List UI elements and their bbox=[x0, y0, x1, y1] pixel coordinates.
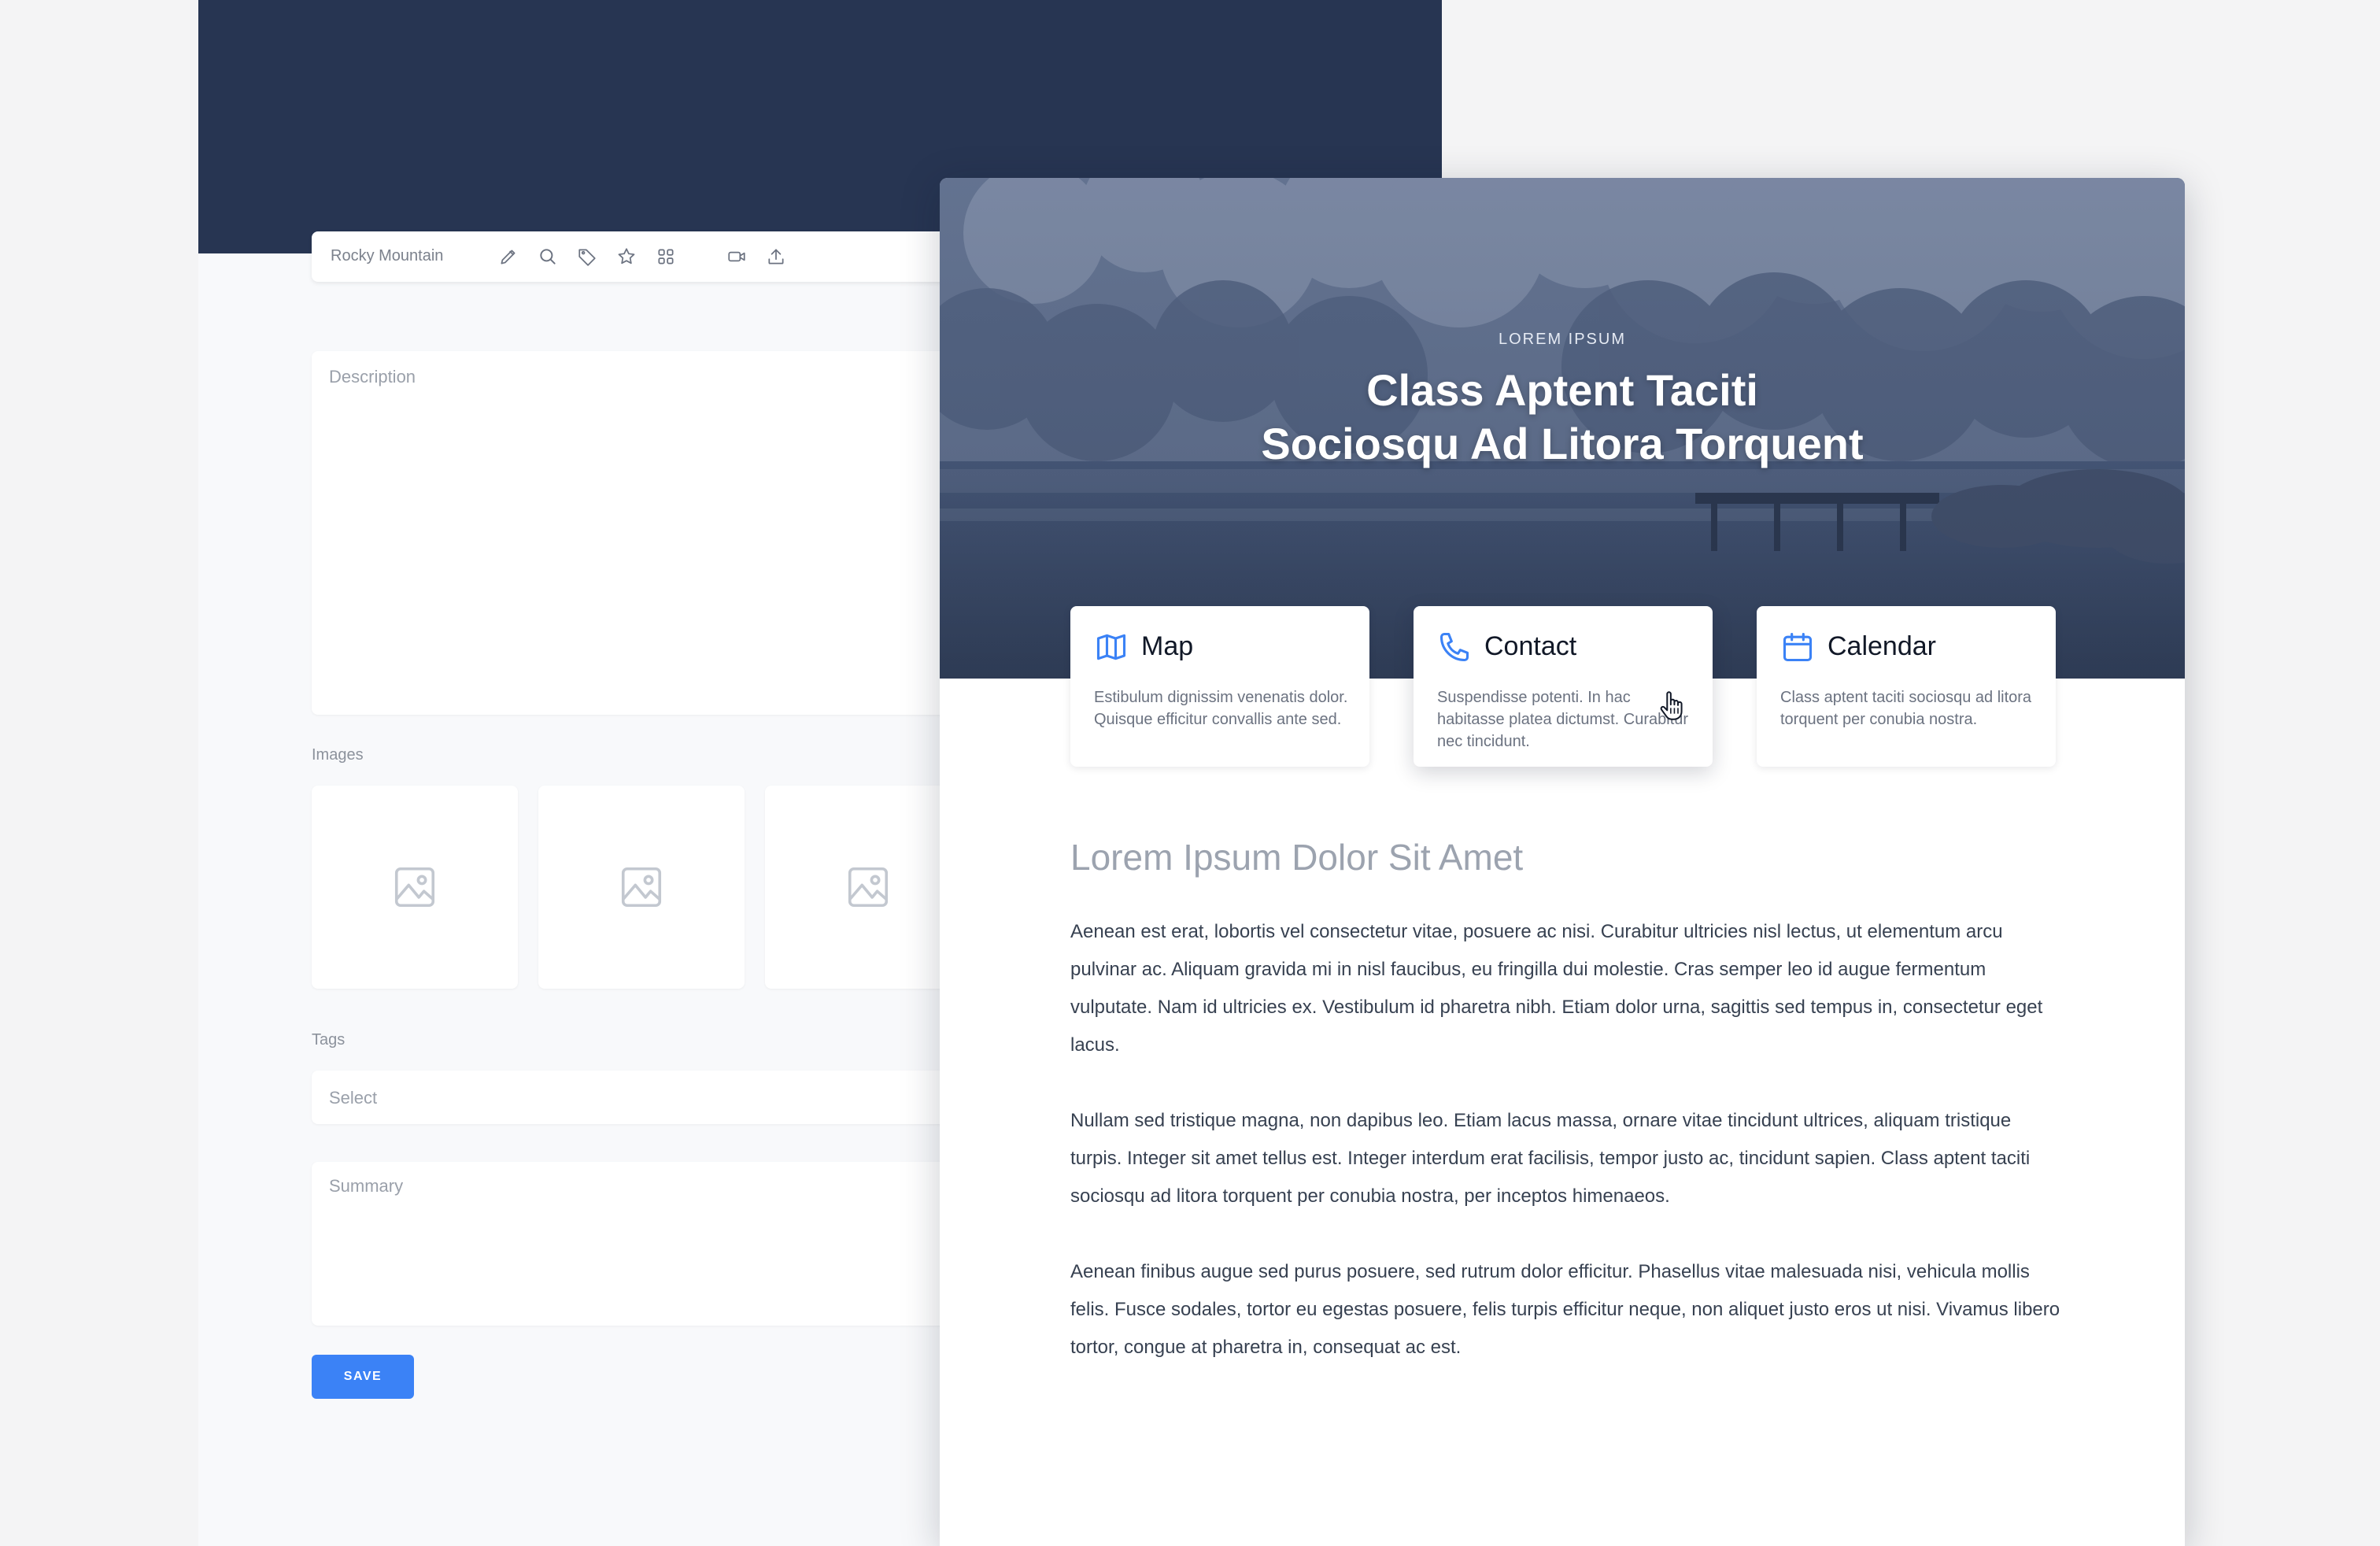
search-icon[interactable] bbox=[537, 246, 559, 268]
card-map[interactable]: Map Estibulum dignissim venenatis dolor.… bbox=[1070, 606, 1369, 767]
star-icon[interactable] bbox=[615, 246, 638, 268]
toolbar-title: Rocky Mountain bbox=[331, 247, 444, 264]
hero-title: Class Aptent Taciti Sociosqu Ad Litora T… bbox=[940, 364, 2185, 471]
summary-placeholder: Summary bbox=[329, 1176, 404, 1196]
card-title: Map bbox=[1141, 631, 1194, 661]
hero-eyebrow: LOREM IPSUM bbox=[1498, 331, 1627, 348]
article-paragraph: Aenean finibus augue sed purus posuere, … bbox=[1070, 1261, 2060, 1358]
images-label: Images bbox=[312, 746, 364, 764]
hero-title-line-2: Sociosqu Ad Litora Torquent bbox=[1261, 419, 1864, 468]
image-placeholder-icon bbox=[848, 867, 889, 908]
card-title: Calendar bbox=[1828, 631, 1936, 661]
description-placeholder: Description bbox=[329, 367, 416, 386]
image-placeholder-icon bbox=[621, 867, 662, 908]
image-slot[interactable] bbox=[312, 786, 518, 989]
image-slot[interactable] bbox=[538, 786, 745, 989]
article-title: Lorem Ipsum Dolor Sit Amet bbox=[1070, 837, 1524, 878]
tags-label: Tags bbox=[312, 1031, 346, 1049]
card-description: Class aptent taciti sociosqu ad litora t… bbox=[1780, 689, 2032, 728]
map-icon bbox=[1094, 630, 1129, 664]
upload-icon[interactable] bbox=[765, 246, 787, 268]
article-paragraph: Aenean est erat, lobortis vel consectetu… bbox=[1070, 921, 2043, 1056]
card-calendar[interactable]: Calendar Class aptent taciti sociosqu ad… bbox=[1757, 606, 2056, 767]
hand-pointer-cursor-icon bbox=[1660, 691, 1683, 720]
tags-select-placeholder: Select bbox=[329, 1088, 378, 1108]
hero-banner: LOREM IPSUM Class Aptent Taciti Sociosqu… bbox=[940, 178, 2185, 679]
calendar-icon bbox=[1780, 630, 1815, 664]
hero-title-line-1: Class Aptent Taciti bbox=[1366, 365, 1758, 415]
video-icon[interactable] bbox=[726, 246, 748, 268]
card-title: Contact bbox=[1484, 631, 1577, 661]
card-description: Estibulum dignissim venenatis dolor. Qui… bbox=[1094, 689, 1348, 728]
pencil-icon[interactable] bbox=[497, 246, 519, 268]
tag-icon[interactable] bbox=[576, 246, 598, 268]
article-paragraph: Nullam sed tristique magna, non dapibus … bbox=[1070, 1110, 2031, 1207]
card-contact[interactable]: Contact Suspendisse potenti. In hac habi… bbox=[1414, 606, 1713, 767]
image-placeholder-icon bbox=[394, 867, 435, 908]
save-button[interactable]: SAVE bbox=[312, 1355, 414, 1399]
grid-icon[interactable] bbox=[655, 246, 677, 268]
phone-icon bbox=[1437, 630, 1472, 664]
page-preview-window: LOREM IPSUM Class Aptent Taciti Sociosqu… bbox=[940, 178, 2185, 1546]
